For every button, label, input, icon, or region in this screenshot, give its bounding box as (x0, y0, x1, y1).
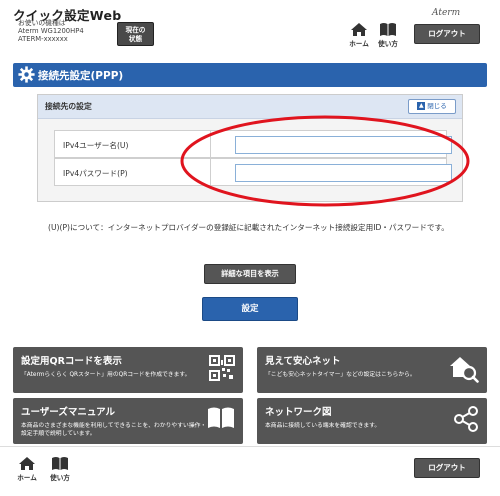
book-icon (52, 457, 68, 470)
connection-settings-panel: 接続先の設定 ▲ 閉じる IPv4ユーザー名(U) IPv4パスワード(P) (37, 94, 463, 202)
username-label: IPv4ユーザー名(U) (63, 141, 129, 150)
footer-help-button[interactable]: 使い方 (46, 456, 74, 490)
chevron-up-icon: ▲ (417, 102, 426, 110)
collapse-button[interactable]: ▲ 閉じる (408, 99, 456, 114)
help-label: 使い方 (378, 40, 398, 48)
tile-description: 「こども安心ネットタイマー」などの設定はこちらから。 (265, 372, 416, 378)
mieru-anshin-tile[interactable]: 見えて安心ネット 「こども安心ネットタイマー」などの設定はこちらから。 (257, 347, 487, 393)
footer-home-button[interactable]: ホーム (13, 456, 41, 490)
collapse-label: 閉じる (427, 102, 447, 110)
tile-description: 本商品のさまざまな機能を利用してできることを、わかりやすい操作・設定手順で説明し… (21, 423, 207, 437)
device-name: ATERM-xxxxxx (18, 35, 68, 43)
panel-header: 接続先の設定 ▲ 閉じる (38, 95, 462, 119)
username-row: IPv4ユーザー名(U) (54, 130, 452, 158)
tile-title: ユーザーズマニュアル (21, 407, 116, 418)
share-network-icon (454, 406, 478, 432)
home-label: ホーム (17, 474, 37, 482)
row-divider (210, 131, 211, 157)
credentials-note: (U)(P)について：インターネットプロバイダーの登録証に記載されたインターネッ… (48, 223, 449, 232)
status-button-line1: 現在の (125, 26, 146, 34)
row-divider (210, 159, 211, 185)
footer-logout-button[interactable]: ログアウト (414, 458, 480, 478)
home-button[interactable]: ホーム (345, 22, 373, 56)
password-label: IPv4パスワード(P) (63, 169, 128, 178)
help-label: 使い方 (50, 474, 70, 482)
device-model: Aterm WG1200HP4 (18, 27, 84, 35)
panel-heading: 接続先の設定 (45, 102, 92, 111)
device-label-intro: お使いの機種は (18, 19, 66, 27)
show-details-button[interactable]: 詳細な項目を表示 (204, 264, 296, 284)
user-manual-tile[interactable]: ユーザーズマニュアル 本商品のさまざまな機能を利用してできることを、わかりやすい… (13, 398, 243, 444)
header: クイック設定Web お使いの機種は Aterm WG1200HP4 ATERM-… (0, 0, 500, 56)
tile-description: 「Atermらくらく QRスタート」用のQRコードを作成できます。 (21, 372, 191, 378)
tile-title: 見えて安心ネット (265, 356, 341, 367)
network-map-tile[interactable]: ネットワーク図 本商品に接続している端末を確認できます。 (257, 398, 487, 444)
username-input[interactable] (235, 136, 452, 154)
brand-logo: Aterm (432, 8, 461, 18)
tile-description: 本商品に接続している端末を確認できます。 (265, 423, 381, 429)
section-title-bar: 接続先設定(PPP) (13, 63, 487, 87)
home-search-icon (450, 357, 479, 383)
gear-icon (18, 66, 35, 83)
home-label: ホーム (349, 40, 369, 48)
footer-divider (0, 446, 500, 447)
logout-button[interactable]: ログアウト (414, 24, 480, 44)
password-input[interactable] (235, 164, 452, 182)
book-icon (380, 23, 396, 36)
home-icon (19, 457, 35, 470)
tile-title: 設定用QRコードを表示 (21, 356, 122, 367)
tile-title: ネットワーク図 (265, 407, 332, 418)
password-row: IPv4パスワード(P) (54, 158, 452, 186)
home-icon (351, 23, 367, 36)
current-status-button[interactable]: 現在の 状態 (117, 22, 154, 46)
book-icon (208, 407, 234, 428)
status-button-line2: 状態 (128, 35, 143, 43)
qr-code-tile[interactable]: 設定用QRコードを表示 「Atermらくらく QRスタート」用のQRコードを作成… (13, 347, 243, 393)
qr-code-icon (209, 355, 235, 381)
apply-button[interactable]: 設定 (202, 297, 298, 321)
section-title: 接続先設定(PPP) (38, 70, 124, 82)
help-button[interactable]: 使い方 (374, 22, 402, 56)
